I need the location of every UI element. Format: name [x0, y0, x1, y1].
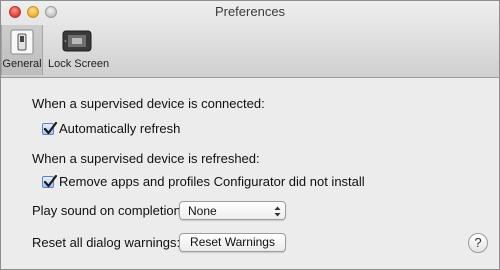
preferences-window: Preferences General Lock Screen When a s…	[0, 0, 500, 270]
toolbar-tab-general-label: General	[2, 58, 42, 70]
sound-popup-value: None	[188, 204, 217, 218]
title-toolbar: Preferences General Lock Screen	[1, 1, 499, 78]
connected-heading: When a supervised device is connected:	[32, 96, 265, 111]
help-button[interactable]: ?	[468, 233, 488, 253]
play-sound-label: Play sound on completion:	[32, 203, 185, 218]
switch-icon	[10, 29, 34, 58]
remove-apps-label[interactable]: Remove apps and profiles Configurator di…	[59, 174, 365, 189]
toolbar-tab-lock-screen[interactable]: Lock Screen	[48, 25, 110, 75]
sound-popup[interactable]: None	[179, 201, 286, 220]
lock-screen-icon	[62, 29, 92, 56]
reset-warnings-label: Reset all dialog warnings:	[32, 235, 181, 250]
automatically-refresh-checkbox[interactable]	[42, 121, 58, 135]
automatically-refresh-label[interactable]: Automatically refresh	[59, 121, 180, 136]
window-title: Preferences	[214, 4, 286, 19]
general-pane: When a supervised device is connected: A…	[1, 78, 499, 269]
up-down-arrows-icon	[274, 205, 281, 220]
toolbar-tab-lock-screen-label: Lock Screen	[48, 58, 110, 70]
refreshed-heading: When a supervised device is refreshed:	[32, 151, 260, 166]
reset-warnings-button[interactable]: Reset Warnings	[179, 233, 286, 252]
remove-apps-checkbox[interactable]	[42, 174, 58, 188]
toolbar-tab-general[interactable]: General	[1, 25, 43, 75]
